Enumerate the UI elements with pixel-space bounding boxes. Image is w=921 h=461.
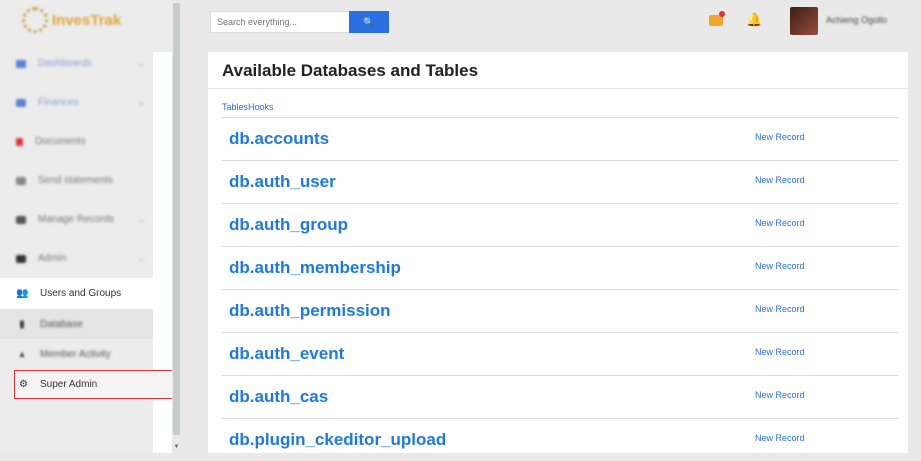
table-name-link[interactable]: db.plugin_ckeditor_upload	[229, 430, 446, 450]
logo-icon	[22, 7, 48, 33]
sidebar-item-label: Manage Records	[38, 214, 115, 225]
sidebar-item-label: Member Activity	[40, 348, 111, 360]
records-icon	[16, 215, 26, 224]
sidebar-subitem-database[interactable]: ▮ Database	[0, 309, 153, 339]
logo-text: InvesTrak	[52, 11, 122, 29]
tables-hooks-link[interactable]: TablesHooks	[222, 102, 274, 112]
table-name-link[interactable]: db.auth_group	[229, 215, 348, 235]
sidebar-item-label: Documents	[35, 136, 86, 147]
table-row: db.auth_group New Record	[222, 203, 898, 246]
new-record-link[interactable]: New Record	[755, 132, 805, 142]
new-record-link[interactable]: New Record	[755, 347, 805, 357]
main-card: Available Databases and Tables TablesHoo…	[208, 52, 908, 453]
sidebar-item-label: Send statements	[38, 175, 114, 186]
sidebar-item-label: Database	[40, 318, 83, 330]
table-name-link[interactable]: db.auth_user	[229, 172, 336, 192]
sidebar-item-send-statements[interactable]: Send statements	[0, 161, 153, 200]
new-record-link[interactable]: New Record	[755, 175, 805, 185]
page-title: Available Databases and Tables	[222, 61, 479, 80]
new-record-link[interactable]: New Record	[755, 433, 805, 443]
user-name[interactable]: Achieng Ogollo	[826, 15, 887, 25]
table-row: db.auth_permission New Record	[222, 289, 898, 332]
table-row: db.accounts New Record	[222, 117, 898, 160]
sidebar-subitem-super-admin[interactable]: ⚙ Super Admin	[14, 370, 173, 399]
gear-icon: ⚙	[19, 379, 28, 390]
table-name-link[interactable]: db.auth_permission	[229, 301, 391, 321]
table-row: db.auth_membership New Record	[222, 246, 898, 289]
users-icon: 👥	[16, 288, 29, 299]
sidebar-item-finances[interactable]: Finances ⌄	[0, 83, 153, 122]
avatar[interactable]	[790, 7, 818, 35]
sidebar-item-label: Dashboards	[38, 58, 92, 69]
table-name-link[interactable]: db.accounts	[229, 129, 329, 149]
table-row: db.plugin_ckeditor_upload New Record	[222, 418, 898, 461]
scrollbar-thumb[interactable]	[173, 3, 180, 435]
table-name-link[interactable]: db.auth_membership	[229, 258, 401, 278]
notification-dot	[719, 11, 725, 17]
chevron-down-icon: ⌄	[137, 58, 145, 68]
sidebar-item-manage-records[interactable]: Manage Records ⌄	[0, 200, 153, 239]
chevron-down-icon: ⌄	[137, 97, 145, 107]
database-icon: ▮	[19, 318, 25, 330]
table-row: db.auth_cas New Record	[222, 375, 898, 418]
sidebar-item-admin[interactable]: Admin ⌄	[0, 239, 153, 278]
top-header: 🔍 🔔 Achieng Ogollo	[181, 0, 921, 44]
finance-icon	[16, 98, 26, 107]
scroll-down-icon[interactable]: ▼	[173, 444, 180, 452]
sidebar-item-dashboards[interactable]: Dashboards ⌄	[0, 44, 153, 83]
sidebar-item-documents[interactable]: Documents	[0, 122, 153, 161]
sidebar: InvesTrak Dashboards ⌄ Finances ⌄ Docume…	[0, 0, 173, 453]
document-icon	[16, 137, 23, 146]
sidebar-subitem-member-activity[interactable]: ▴ Member Activity	[0, 339, 153, 369]
sidebar-item-label: Super Admin	[39, 379, 98, 390]
table-name-link[interactable]: db.auth_cas	[229, 387, 328, 407]
bell-icon[interactable]: 🔔	[746, 12, 762, 28]
search-input[interactable]	[210, 11, 350, 33]
table-row: db.auth_event New Record	[222, 332, 898, 375]
send-icon	[16, 176, 26, 185]
search-icon: 🔍	[363, 16, 375, 27]
logo[interactable]: InvesTrak	[22, 6, 142, 34]
new-record-link[interactable]: New Record	[755, 218, 805, 228]
sidebar-subitem-users-and-groups[interactable]: 👥 Users and Groups	[0, 278, 172, 309]
new-record-link[interactable]: New Record	[755, 261, 805, 271]
dashboard-icon	[16, 59, 26, 68]
search-button[interactable]: 🔍	[349, 11, 389, 33]
new-record-link[interactable]: New Record	[755, 304, 805, 314]
sidebar-item-label: Users and Groups	[40, 288, 122, 299]
activity-icon: ▴	[19, 348, 25, 360]
sidebar-item-label: Finances	[38, 97, 79, 108]
chevron-up-icon: ⌄	[137, 253, 145, 263]
table-name-link[interactable]: db.auth_event	[229, 344, 344, 364]
table-row: db.auth_user New Record	[222, 160, 898, 203]
admin-icon	[16, 254, 26, 263]
sidebar-item-label: Admin	[38, 253, 67, 264]
divider	[208, 88, 908, 89]
new-record-link[interactable]: New Record	[755, 390, 805, 400]
chevron-down-icon: ⌄	[137, 214, 145, 224]
